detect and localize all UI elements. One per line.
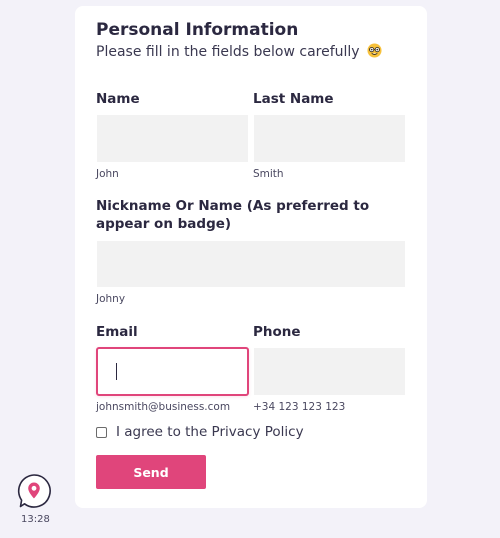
send-button[interactable]: Send — [96, 455, 206, 489]
nerd-face-emoji-icon — [367, 43, 382, 58]
form-subtitle-text: Please fill in the fields below carefull… — [96, 44, 360, 60]
last-name-label: Last Name — [253, 91, 334, 107]
privacy-policy-checkbox[interactable] — [96, 427, 107, 438]
email-hint: johnsmith@business.com — [96, 401, 231, 413]
nickname-input[interactable] — [97, 241, 405, 287]
chat-timestamp: 13:28 — [21, 514, 50, 525]
name-label: Name — [96, 91, 140, 107]
text-cursor — [116, 363, 117, 380]
form-title: Personal Information — [96, 20, 299, 40]
phone-label: Phone — [253, 324, 301, 340]
nickname-label: Nickname Or Name (As preferred to appear… — [96, 198, 370, 232]
email-input[interactable] — [96, 347, 249, 396]
email-label: Email — [96, 324, 138, 340]
name-input[interactable] — [97, 115, 248, 162]
last-name-input[interactable] — [254, 115, 405, 162]
privacy-policy-label[interactable]: I agree to the Privacy Policy — [116, 424, 304, 440]
phone-hint: +34 123 123 123 — [253, 401, 346, 413]
nickname-hint: Johny — [96, 293, 126, 305]
phone-input[interactable] — [254, 348, 405, 395]
last-name-hint: Smith — [253, 168, 284, 180]
personal-information-card: Personal Information Please fill in the … — [75, 6, 427, 508]
form-subtitle: Please fill in the fields below carefull… — [96, 43, 382, 60]
name-hint: John — [96, 168, 119, 180]
chat-bubble-icon[interactable] — [16, 473, 52, 509]
